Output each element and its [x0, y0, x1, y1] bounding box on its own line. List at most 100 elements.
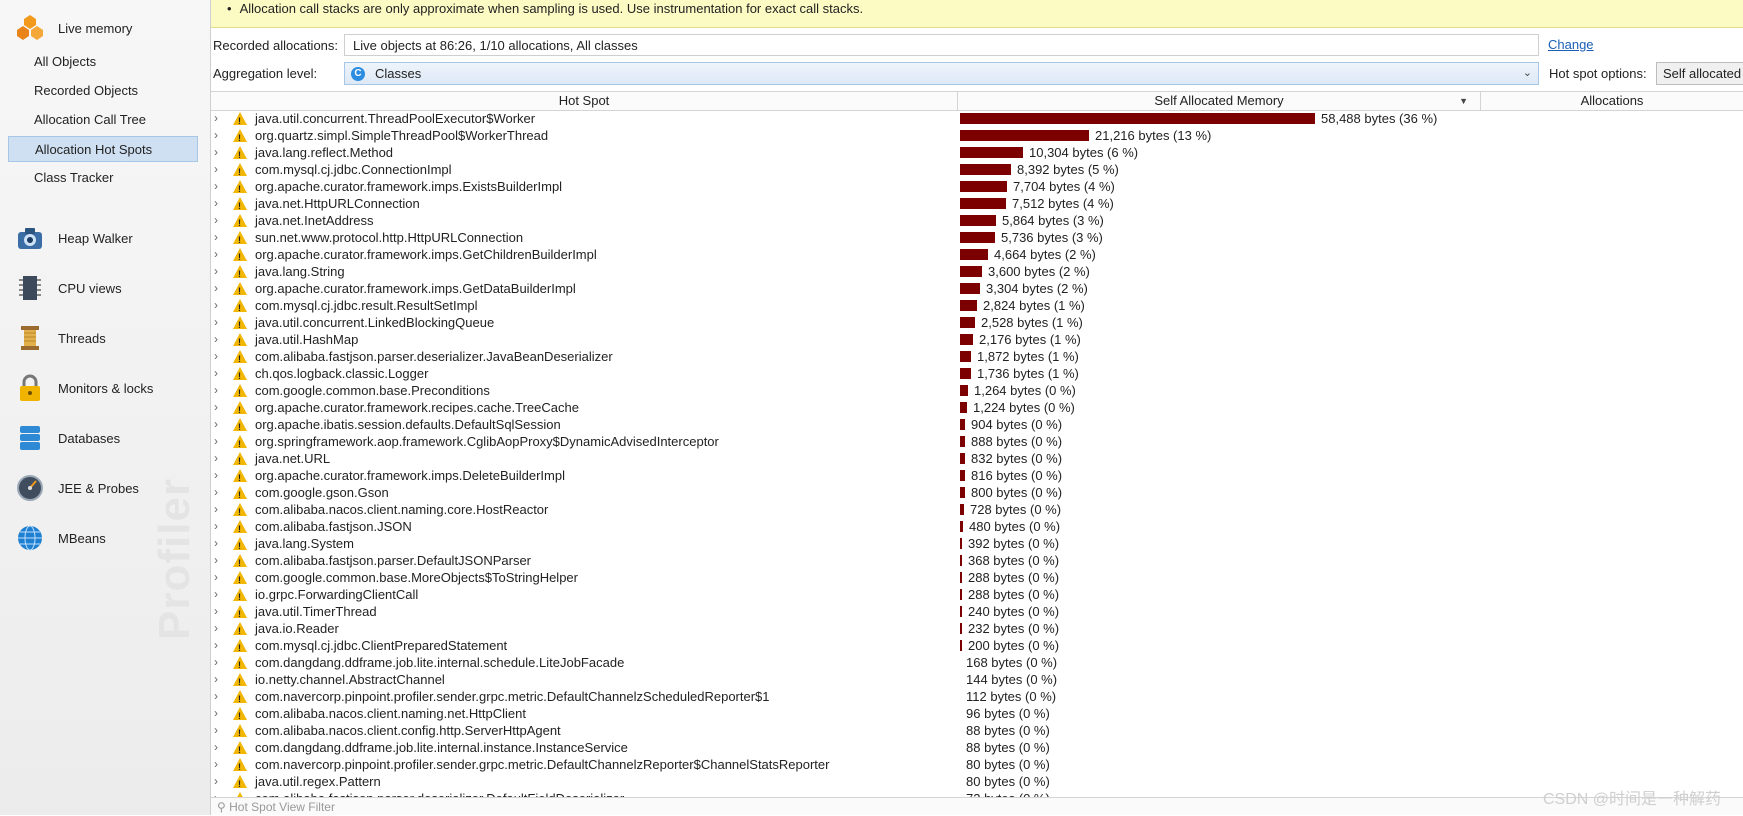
- table-row[interactable]: › java.util.concurrent.LinkedBlockingQueu…: [211, 314, 1743, 334]
- expand-chevron-icon[interactable]: ›: [214, 620, 218, 637]
- expand-chevron-icon[interactable]: ›: [214, 518, 218, 535]
- expand-chevron-icon[interactable]: ›: [214, 535, 218, 552]
- nav-jee-probes[interactable]: JEE & Probes: [14, 470, 139, 506]
- expand-chevron-icon[interactable]: ›: [214, 127, 218, 144]
- table-row[interactable]: › io.netty.channel.AbstractChannel 144 byt…: [211, 671, 1743, 691]
- table-row[interactable]: › com.alibaba.nacos.client.naming.net.Htt…: [211, 705, 1743, 725]
- expand-chevron-icon[interactable]: ›: [214, 382, 218, 399]
- expand-chevron-icon[interactable]: ›: [214, 365, 218, 382]
- expand-chevron-icon[interactable]: ›: [214, 399, 218, 416]
- table-row[interactable]: › org.apache.curator.framework.recipes.ca…: [211, 399, 1743, 419]
- table-row[interactable]: › com.navercorp.pinpoint.profiler.sender.…: [211, 756, 1743, 776]
- table-row[interactable]: › java.util.TimerThread 240 bytes (0 %): [211, 603, 1743, 623]
- nav-all-objects[interactable]: All Objects: [8, 49, 198, 75]
- expand-chevron-icon[interactable]: ›: [214, 467, 218, 484]
- nav-databases[interactable]: Databases: [14, 420, 120, 456]
- table-row[interactable]: › java.io.Reader 232 bytes (0 %): [211, 620, 1743, 640]
- table-row[interactable]: › com.alibaba.nacos.client.config.http.Se…: [211, 722, 1743, 742]
- nav-class-tracker[interactable]: Class Tracker: [8, 165, 198, 191]
- nav-threads[interactable]: Threads: [14, 320, 106, 356]
- nav-live-memory[interactable]: Live memory: [14, 10, 132, 46]
- aggregation-level-select[interactable]: C Classes ⌄: [344, 62, 1539, 85]
- table-row[interactable]: › sun.net.www.protocol.http.HttpURLConnec…: [211, 229, 1743, 249]
- expand-chevron-icon[interactable]: ›: [214, 773, 218, 790]
- table-row[interactable]: › com.dangdang.ddframe.job.lite.internal.…: [211, 654, 1743, 674]
- table-row[interactable]: › java.lang.String 3,600 bytes (2 %): [211, 263, 1743, 283]
- expand-chevron-icon[interactable]: ›: [214, 671, 218, 688]
- expand-chevron-icon[interactable]: ›: [214, 654, 218, 671]
- expand-chevron-icon[interactable]: ›: [214, 416, 218, 433]
- expand-chevron-icon[interactable]: ›: [214, 348, 218, 365]
- expand-chevron-icon[interactable]: ›: [214, 790, 218, 797]
- expand-chevron-icon[interactable]: ›: [214, 280, 218, 297]
- expand-chevron-icon[interactable]: ›: [214, 110, 218, 127]
- nav-allocation-call-tree[interactable]: Allocation Call Tree: [8, 107, 198, 133]
- table-row[interactable]: › org.apache.curator.framework.imps.GetCh…: [211, 246, 1743, 266]
- table-row[interactable]: › com.mysql.cj.jdbc.ClientPreparedStateme…: [211, 637, 1743, 657]
- column-self-allocated-memory[interactable]: Self Allocated Memory ▼: [958, 92, 1481, 110]
- expand-chevron-icon[interactable]: ›: [214, 331, 218, 348]
- expand-chevron-icon[interactable]: ›: [214, 229, 218, 246]
- expand-chevron-icon[interactable]: ›: [214, 144, 218, 161]
- change-link[interactable]: Change: [1548, 37, 1594, 52]
- expand-chevron-icon[interactable]: ›: [214, 552, 218, 569]
- expand-chevron-icon[interactable]: ›: [214, 195, 218, 212]
- table-row[interactable]: › org.quartz.simpl.SimpleThreadPool$Worke…: [211, 127, 1743, 147]
- table-row[interactable]: › com.alibaba.fastjson.parser.deserialize…: [211, 790, 1743, 797]
- table-row[interactable]: › com.google.gson.Gson 800 bytes (0 %): [211, 484, 1743, 504]
- table-row[interactable]: › com.google.common.base.Preconditions 1,2…: [211, 382, 1743, 402]
- expand-chevron-icon[interactable]: ›: [214, 212, 218, 229]
- expand-chevron-icon[interactable]: ›: [214, 722, 218, 739]
- table-row[interactable]: › org.apache.curator.framework.imps.GetDa…: [211, 280, 1743, 300]
- table-row[interactable]: › com.alibaba.fastjson.parser.DefaultJSON…: [211, 552, 1743, 572]
- table-row[interactable]: › com.mysql.cj.jdbc.ConnectionImpl 8,392 b…: [211, 161, 1743, 181]
- expand-chevron-icon[interactable]: ›: [214, 603, 218, 620]
- column-hot-spot[interactable]: Hot Spot: [211, 92, 958, 110]
- expand-chevron-icon[interactable]: ›: [214, 314, 218, 331]
- table-row[interactable]: › org.springframework.aop.framework.Cglib…: [211, 433, 1743, 453]
- table-row[interactable]: › com.google.common.base.MoreObjects$ToSt…: [211, 569, 1743, 589]
- nav-heap-walker[interactable]: Heap Walker: [14, 220, 133, 256]
- table-row[interactable]: › com.mysql.cj.jdbc.result.ResultSetImpl 2…: [211, 297, 1743, 317]
- expand-chevron-icon[interactable]: ›: [214, 433, 218, 450]
- expand-chevron-icon[interactable]: ›: [214, 161, 218, 178]
- expand-chevron-icon[interactable]: ›: [214, 586, 218, 603]
- nav-mbeans[interactable]: MBeans: [14, 520, 106, 556]
- nav-monitors-locks[interactable]: Monitors & locks: [14, 370, 153, 406]
- nav-recorded-objects[interactable]: Recorded Objects: [8, 78, 198, 104]
- expand-chevron-icon[interactable]: ›: [214, 705, 218, 722]
- expand-chevron-icon[interactable]: ›: [214, 450, 218, 467]
- expand-chevron-icon[interactable]: ›: [214, 484, 218, 501]
- table-row[interactable]: › java.net.URL 832 bytes (0 %): [211, 450, 1743, 470]
- table-row[interactable]: › org.apache.curator.framework.imps.Delet…: [211, 467, 1743, 487]
- expand-chevron-icon[interactable]: ›: [214, 246, 218, 263]
- hot-spot-options-select[interactable]: Self allocated: [1656, 62, 1743, 85]
- table-row[interactable]: › org.apache.curator.framework.imps.Exist…: [211, 178, 1743, 198]
- table-row[interactable]: › io.grpc.ForwardingClientCall 288 bytes (…: [211, 586, 1743, 606]
- expand-chevron-icon[interactable]: ›: [214, 756, 218, 773]
- table-row[interactable]: › java.lang.System 392 bytes (0 %): [211, 535, 1743, 555]
- hot-spot-view-filter[interactable]: ⚲ Hot Spot View Filter: [211, 797, 1743, 815]
- table-row[interactable]: › com.navercorp.pinpoint.profiler.sender.…: [211, 688, 1743, 708]
- table-row[interactable]: › ch.qos.logback.classic.Logger 1,736 byte…: [211, 365, 1743, 385]
- expand-chevron-icon[interactable]: ›: [214, 739, 218, 756]
- table-row[interactable]: › org.apache.ibatis.session.defaults.Defa…: [211, 416, 1743, 436]
- table-row[interactable]: › java.net.HttpURLConnection 7,512 bytes (…: [211, 195, 1743, 215]
- expand-chevron-icon[interactable]: ›: [214, 501, 218, 518]
- table-row[interactable]: › java.util.HashMap 2,176 bytes (1 %): [211, 331, 1743, 351]
- table-row[interactable]: › java.net.InetAddress 5,864 bytes (3 %): [211, 212, 1743, 232]
- expand-chevron-icon[interactable]: ›: [214, 569, 218, 586]
- expand-chevron-icon[interactable]: ›: [214, 637, 218, 654]
- expand-chevron-icon[interactable]: ›: [214, 688, 218, 705]
- table-row[interactable]: › com.alibaba.fastjson.parser.deserialize…: [211, 348, 1743, 368]
- nav-cpu-views[interactable]: CPU views: [14, 270, 122, 306]
- table-row[interactable]: › java.lang.reflect.Method 10,304 bytes (6…: [211, 144, 1743, 164]
- expand-chevron-icon[interactable]: ›: [214, 297, 218, 314]
- expand-chevron-icon[interactable]: ›: [214, 263, 218, 280]
- table-row[interactable]: › com.alibaba.nacos.client.naming.core.Ho…: [211, 501, 1743, 521]
- table-row[interactable]: › java.util.regex.Pattern 80 bytes (0 %): [211, 773, 1743, 793]
- table-row[interactable]: › com.alibaba.fastjson.JSON 480 bytes (0 %…: [211, 518, 1743, 538]
- column-allocations[interactable]: Allocations: [1481, 92, 1743, 110]
- table-row[interactable]: › java.util.concurrent.ThreadPoolExecutor…: [211, 110, 1743, 130]
- table-row[interactable]: › com.dangdang.ddframe.job.lite.internal.…: [211, 739, 1743, 759]
